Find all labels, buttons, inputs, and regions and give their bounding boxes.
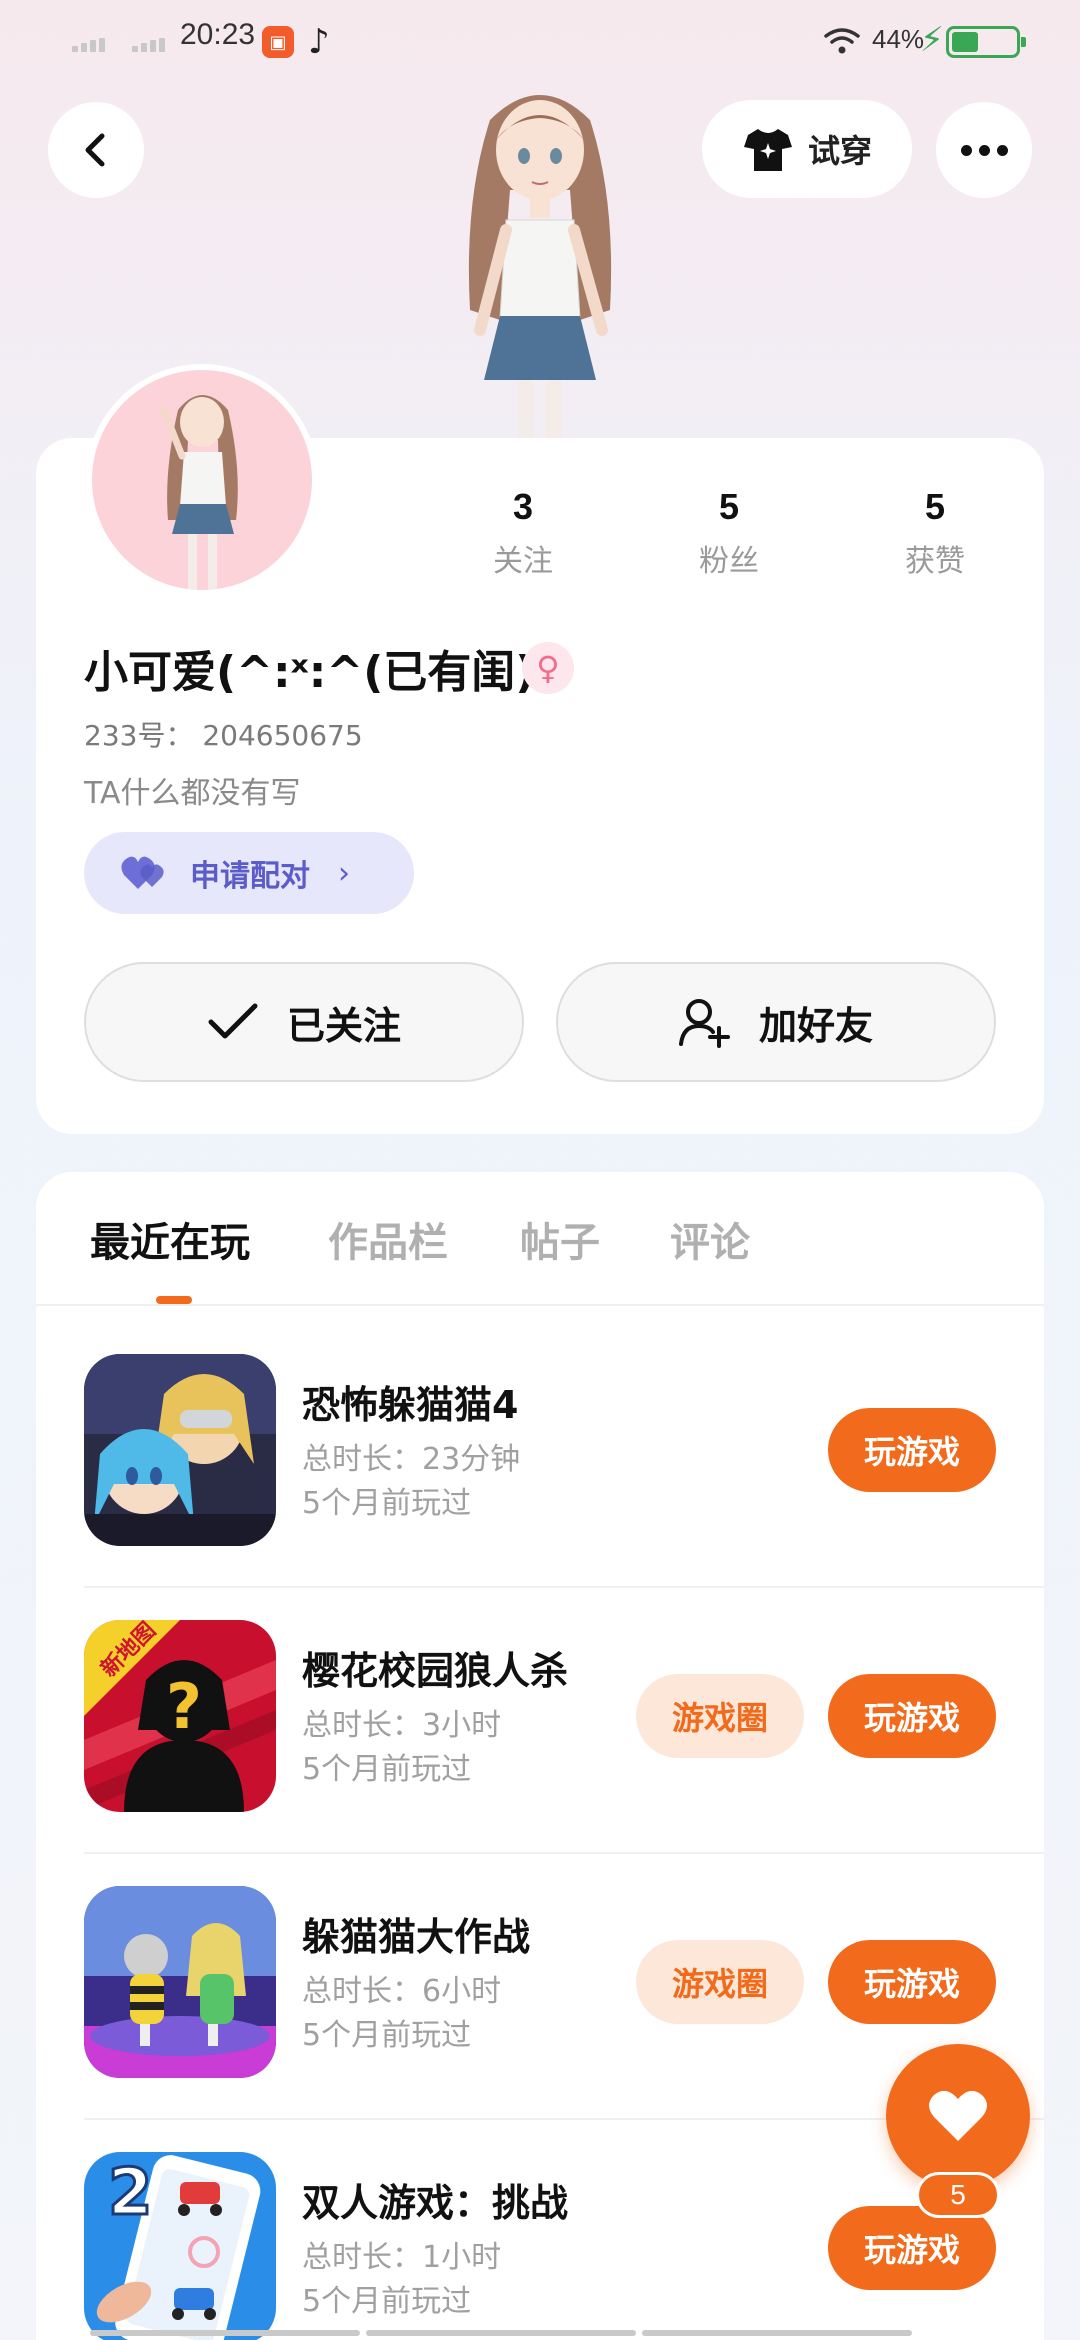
play-game-button[interactable]: 玩游戏 <box>828 1408 996 1492</box>
status-time: 20:23 <box>180 18 256 51</box>
game-title: 躲猫猫大作战 <box>302 1915 531 1959</box>
play-game-button[interactable]: 玩游戏 <box>828 1674 996 1758</box>
svg-text:?: ? <box>166 1670 202 1743</box>
stat-following[interactable]: 3 关注 <box>420 486 626 580</box>
stat-followers[interactable]: 5 粉丝 <box>626 486 832 580</box>
tab-comments[interactable]: 评论 <box>670 1210 750 1268</box>
double-heart-icon <box>121 856 164 889</box>
avatar[interactable] <box>86 364 318 596</box>
battery-icon <box>946 26 1026 58</box>
game-thumbnail[interactable]: ? 新地图 <box>84 1620 276 1812</box>
chevron-right-icon: › <box>338 855 350 891</box>
divider <box>84 1852 1044 1854</box>
game-duration: 总时长：3小时 <box>302 1708 502 1743</box>
status-bar: 20:23 ▣ ♪ 44% ⚡ <box>0 0 1080 80</box>
game-duration: 总时长：1小时 <box>302 2240 502 2275</box>
game-title: 樱花校园狼人杀 <box>302 1649 569 1693</box>
checkmark-icon <box>208 1003 258 1039</box>
game-circle-button[interactable]: 游戏圈 <box>636 1674 804 1758</box>
dot <box>978 144 990 156</box>
add-friend-button[interactable]: 加好友 <box>556 962 996 1082</box>
game-thumbnail[interactable]: 2 <box>84 2152 276 2340</box>
stat-value: 5 <box>718 486 740 527</box>
try-on-button[interactable]: 试穿 <box>702 100 912 198</box>
game-last-played: 5个月前玩过 <box>302 1486 472 1521</box>
add-friend-label: 加好友 <box>758 1003 873 1048</box>
app-notification-icon: ▣ <box>262 26 294 58</box>
game-row[interactable]: 恐怖躲猫猫4 总时长：23分钟 5个月前玩过 玩游戏 <box>84 1354 1044 1620</box>
charging-icon: ⚡ <box>920 20 944 60</box>
stat-label: 关注 <box>493 544 553 579</box>
battery-percent: 44% <box>872 24 925 54</box>
game-duration: 总时长：6小时 <box>302 1974 502 2009</box>
avatar-character-figure <box>468 95 612 440</box>
game-circle-button[interactable]: 游戏圈 <box>636 1940 804 2024</box>
stat-likes[interactable]: 5 获赞 <box>832 486 1038 580</box>
tab-indicator <box>156 1296 192 1304</box>
game-last-played: 5个月前玩过 <box>302 2018 472 2053</box>
game-thumbnail[interactable] <box>84 1354 276 1546</box>
bio: TA什么都没有写 <box>84 776 301 811</box>
stat-value: 3 <box>512 486 534 527</box>
dot <box>960 144 972 156</box>
profile-stats: 3 关注 5 粉丝 5 获赞 <box>420 486 1040 580</box>
user-id: 233号： 204650675 <box>84 719 363 752</box>
tiktok-icon: ♪ <box>308 22 330 62</box>
add-user-icon <box>678 999 730 1048</box>
stat-label: 粉丝 <box>699 544 759 579</box>
play-game-button[interactable]: 玩游戏 <box>828 1940 996 2024</box>
avatar-image <box>160 395 238 590</box>
tab-works[interactable]: 作品栏 <box>328 1210 448 1268</box>
back-button[interactable] <box>48 102 144 198</box>
game-row[interactable]: ? 新地图 樱花校园狼人杀 总时长：3小时 5个月前玩过 游戏圈 玩游戏 <box>84 1620 1044 1886</box>
nickname: 小可爱(^:ˣ:^(已有闺) <box>84 647 536 698</box>
tab-posts[interactable]: 帖子 <box>520 1210 600 1268</box>
game-thumbnail[interactable] <box>84 1886 276 2078</box>
dot <box>996 144 1008 156</box>
request-pair-label: 申请配对 <box>190 859 310 894</box>
game-duration: 总时长：23分钟 <box>302 1442 521 1477</box>
signal-icon <box>72 34 108 52</box>
game-last-played: 5个月前玩过 <box>302 2284 472 2319</box>
heart-icon <box>929 2090 987 2141</box>
divider <box>36 1304 1044 1306</box>
stat-label: 获赞 <box>905 544 965 579</box>
tshirt-icon <box>743 129 792 171</box>
try-on-label: 试穿 <box>807 132 872 170</box>
followed-button[interactable]: 已关注 <box>84 962 524 1082</box>
svg-text:2: 2 <box>108 2156 153 2230</box>
signal-icon <box>132 34 168 52</box>
game-last-played: 5个月前玩过 <box>302 1752 472 1787</box>
tab-recently-played[interactable]: 最近在玩 <box>90 1210 250 1268</box>
bottom-edge-indicator <box>0 2330 1080 2340</box>
like-button[interactable] <box>886 2044 1030 2188</box>
game-row[interactable]: 2 双人游戏：挑战 总时长：1小时 5个月前玩过 玩游戏 <box>84 2152 1044 2340</box>
stat-value: 5 <box>924 486 946 527</box>
game-title: 恐怖躲猫猫4 <box>302 1383 519 1427</box>
game-title: 双人游戏：挑战 <box>302 2181 569 2225</box>
play-game-button[interactable]: 玩游戏 <box>828 2206 996 2290</box>
wifi-icon <box>824 28 860 54</box>
divider <box>84 1586 1044 1588</box>
like-count-badge: 5 <box>916 2172 1000 2218</box>
more-options-button[interactable] <box>936 102 1032 198</box>
request-pair-button[interactable]: 申请配对 › <box>84 832 414 914</box>
back-arrow-icon <box>85 133 105 167</box>
female-gender-icon: ♀ <box>522 642 574 694</box>
followed-label: 已关注 <box>286 1003 401 1048</box>
